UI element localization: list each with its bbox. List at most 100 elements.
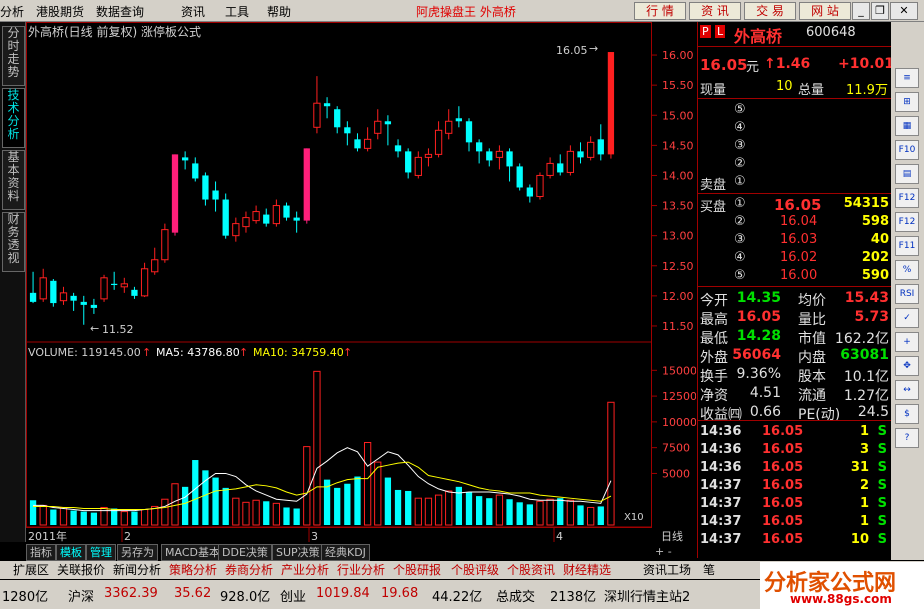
tab-technical[interactable]: 技术分析 — [2, 88, 25, 148]
help-icon[interactable]: ? — [895, 428, 919, 448]
tick-side: S — [877, 532, 887, 547]
volume-bar — [303, 446, 311, 526]
month-label-apr: 4 — [556, 530, 563, 543]
func-tab[interactable]: 行业分析 — [334, 562, 388, 578]
func-tab[interactable]: 新闻分析 — [110, 562, 164, 578]
quote-button[interactable]: 行 情 — [634, 2, 686, 20]
stat-value: 56064 — [732, 347, 781, 363]
func-tab[interactable]: 资讯工场 — [640, 562, 694, 578]
tick-price: 16.05 — [762, 496, 804, 511]
f12-icon[interactable]: F12 — [895, 188, 919, 208]
bid-row[interactable]: ④ 16.02 202 — [698, 250, 891, 268]
tab-template[interactable]: 模板 — [56, 544, 86, 561]
tab-save-as[interactable]: 另存为 — [117, 544, 158, 561]
tick-time: 14:36 — [700, 424, 742, 439]
stat-row: 外盘 56064 内盘 63081 — [698, 347, 891, 366]
bid-row[interactable]: 买盘 ① 16.05 54315 — [698, 196, 891, 215]
volume-bar — [161, 498, 169, 526]
bid-row[interactable]: ② 16.04 598 — [698, 214, 891, 232]
menu-hk-futures[interactable]: 港股期货 — [36, 3, 84, 20]
func-tab[interactable]: 策略分析 — [166, 562, 220, 578]
price-tick-label: 11.50 — [662, 320, 694, 333]
menu-analysis[interactable]: 分析 — [0, 3, 24, 20]
menu-tools[interactable]: 工具 — [225, 3, 249, 20]
volume-bar — [394, 489, 402, 525]
kline-chart[interactable]: 11.50 12.00 12.50 13.00 13.50 14.00 14.50 15.00… — [26, 22, 696, 546]
news-button[interactable]: 资 讯 — [689, 2, 741, 20]
tick-time: 14:37 — [700, 514, 742, 529]
rsi-icon[interactable]: RSI — [895, 284, 919, 304]
stat-row: 净资 4.51 流通 1.27亿 — [698, 385, 891, 404]
plus-icon[interactable]: + — [895, 332, 919, 352]
volume-bar — [70, 510, 77, 525]
tab-macd[interactable]: MACD基本 — [161, 544, 224, 561]
volume-now-label: 现量 — [700, 83, 727, 98]
total-volume: 11.9万 — [846, 83, 888, 98]
stat-value: 14.28 — [736, 328, 781, 344]
volume-bar — [344, 483, 351, 525]
trade-button[interactable]: 交 易 — [744, 2, 796, 20]
table-icon[interactable]: ▦ — [895, 116, 919, 136]
tab-manage[interactable]: 管理 — [86, 544, 116, 561]
func-tab[interactable]: 扩展区 — [10, 562, 52, 578]
report-icon[interactable]: ▤ — [895, 164, 919, 184]
bid-row[interactable]: ⑤ 16.00 590 — [698, 268, 891, 286]
tab-intraday[interactable]: 分时走势 — [2, 26, 25, 86]
tab-financials[interactable]: 财务透视 — [2, 212, 25, 272]
swap-icon[interactable]: ↔ — [895, 380, 919, 400]
volume-bar — [171, 483, 179, 526]
website-button[interactable]: 网 站 — [799, 2, 851, 20]
list-icon[interactable]: ≡ — [895, 68, 919, 88]
low-arrow-icon: ← — [90, 322, 99, 335]
func-tab[interactable]: 个股资讯 — [504, 562, 558, 578]
zoom-buttons[interactable]: + - — [652, 544, 694, 559]
bid-level: ⑤ — [734, 268, 746, 283]
f12-alt-icon[interactable]: F12 — [895, 212, 919, 232]
restore-icon[interactable]: ❐ — [871, 2, 889, 20]
func-tab[interactable]: 财经精选 — [560, 562, 614, 578]
func-tab[interactable]: 关联报价 — [54, 562, 108, 578]
tick-time: 14:36 — [700, 442, 742, 457]
func-tab[interactable]: 个股研报 — [390, 562, 444, 578]
f10-icon[interactable]: F10 — [895, 140, 919, 160]
month-label-jan: 2011年 — [28, 529, 67, 543]
ma10-legend-arrow-icon: ↑ — [343, 346, 352, 359]
menu-data-query[interactable]: 数据查询 — [96, 3, 144, 20]
f11-icon[interactable]: F11 — [895, 236, 919, 256]
tab-kdj[interactable]: 经典KDJ — [321, 544, 370, 561]
stat-value: 16.05 — [736, 309, 781, 325]
tab-sup[interactable]: SUP决策 — [272, 544, 324, 561]
tab-indicator[interactable]: 指标 — [26, 544, 56, 561]
volume-bar — [90, 512, 98, 525]
volume-bar — [252, 499, 260, 526]
func-tab[interactable]: 产业分析 — [278, 562, 332, 578]
grid-icon[interactable]: ⊞ — [895, 92, 919, 112]
func-tab[interactable]: 个股评级 — [448, 562, 502, 578]
check-icon[interactable]: ✓ — [895, 308, 919, 328]
tab-fundamentals[interactable]: 基本资料 — [2, 150, 25, 210]
candle — [100, 274, 108, 302]
stat-label: 外盘 — [700, 350, 728, 366]
trade-tick-row: 14:36 16.05 31 S — [698, 460, 891, 478]
minimize-icon[interactable]: _ — [852, 2, 870, 20]
bid-level: ④ — [734, 250, 746, 265]
move-icon[interactable]: ✥ — [895, 356, 919, 376]
menu-news[interactable]: 资讯 — [181, 3, 205, 20]
dollar-icon[interactable]: $ — [895, 404, 919, 424]
func-tab[interactable]: 笔 — [700, 562, 718, 578]
volume-bar — [465, 492, 473, 525]
percent-icon[interactable]: % — [895, 260, 919, 280]
close-icon[interactable]: ✕ — [890, 2, 918, 20]
func-tab[interactable]: 券商分析 — [222, 562, 276, 578]
badge-p: P — [700, 25, 711, 38]
tab-dde[interactable]: DDE决策 — [218, 544, 272, 561]
tick-time: 14:37 — [700, 496, 742, 511]
bid-level: ③ — [734, 232, 746, 247]
volume-bar — [283, 507, 290, 525]
bid-price: 16.04 — [780, 214, 818, 229]
volume-bar — [445, 490, 453, 526]
bid-row[interactable]: ③ 16.03 40 — [698, 232, 891, 250]
sell-level-3: ③ — [734, 138, 746, 153]
menu-help[interactable]: 帮助 — [267, 3, 291, 20]
stat-row: 最低 14.28 市值 162.2亿 — [698, 328, 891, 347]
